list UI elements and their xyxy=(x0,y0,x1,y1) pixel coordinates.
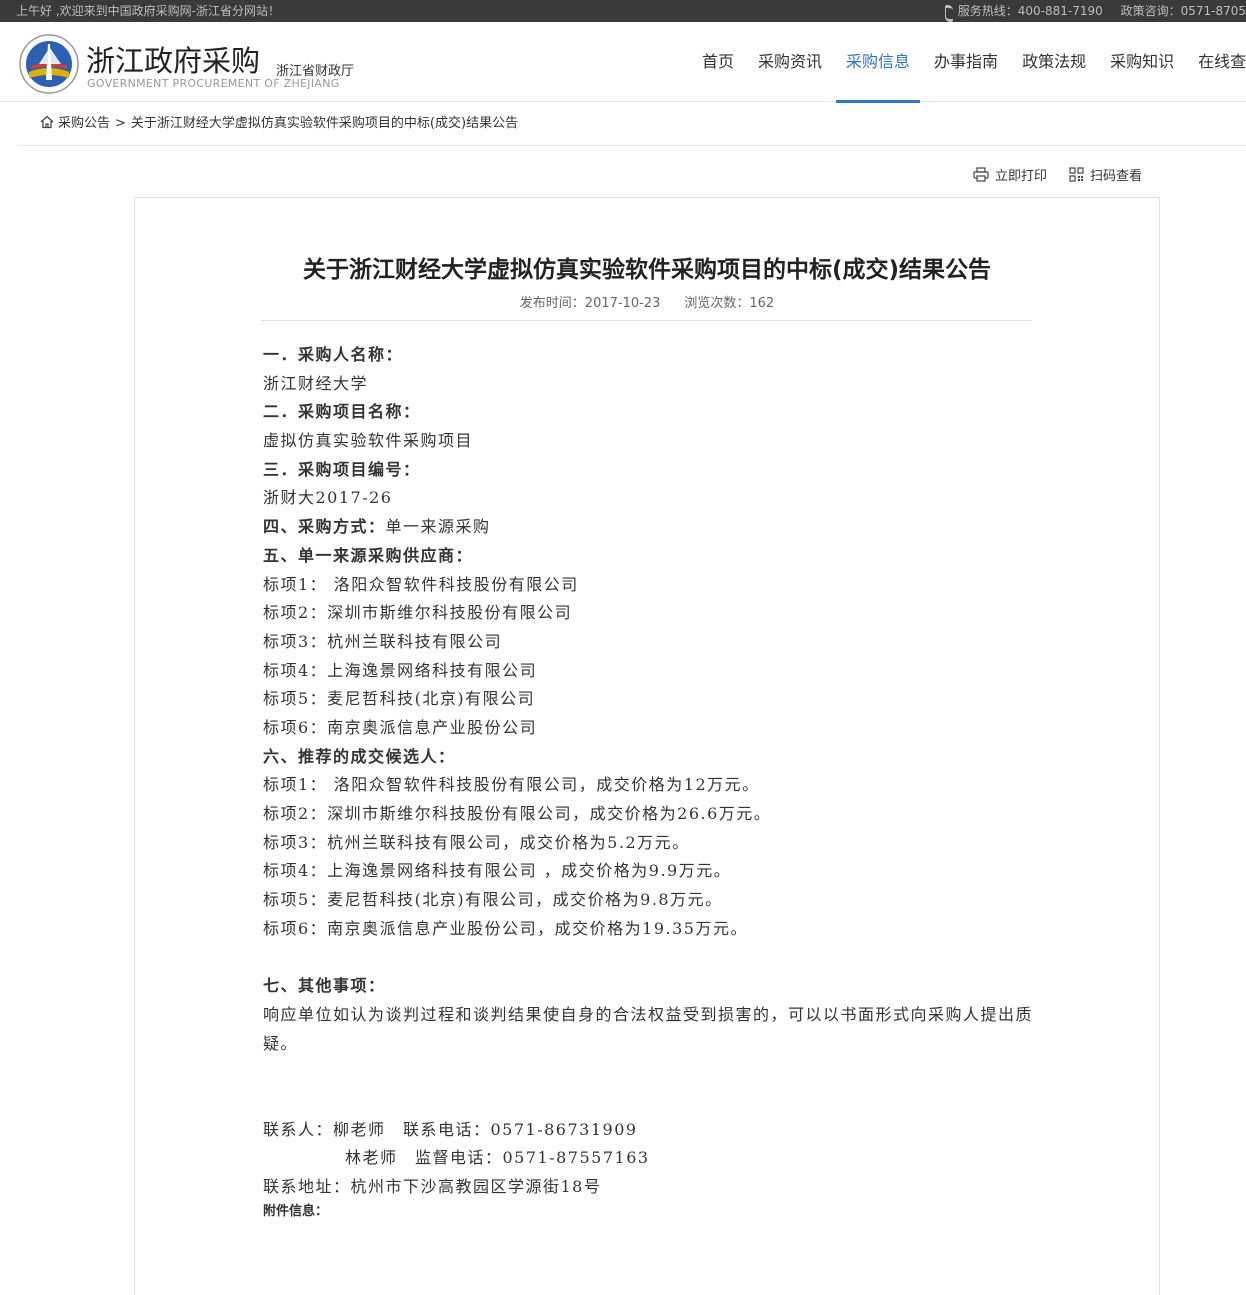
project-name: 虚拟仿真实验软件采购项目 xyxy=(263,431,474,451)
phone-icon xyxy=(944,5,954,22)
emblem-logo-icon[interactable] xyxy=(19,34,79,94)
list-item: 标项4：上海逸景网络科技有限公司 xyxy=(263,660,538,680)
attachment-label: 附件信息： xyxy=(263,1203,329,1219)
nav-home[interactable]: 首页 xyxy=(692,22,744,102)
procurement-method: 四、采购方式：单一来源采购 xyxy=(263,517,491,537)
main-nav: 首页 采购资讯 采购信息 办事指南 政策法规 采购知识 在线查 xyxy=(692,22,1246,103)
title-divider xyxy=(262,320,1032,321)
list-item: 标项3：杭州兰联科技有限公司 xyxy=(263,631,503,651)
section-heading: 三．采购项目编号： xyxy=(263,459,421,479)
site-title[interactable]: 浙江政府采购 xyxy=(86,38,260,80)
section-heading: 一．采购人名称： xyxy=(263,345,404,364)
breadcrumb: 采购公告 > 关于浙江财经大学虚拟仿真实验软件采购项目的中标(成交)结果公告 xyxy=(18,102,1246,146)
nav-online-query[interactable]: 在线查 xyxy=(1188,22,1246,102)
nav-policy[interactable]: 政策法规 xyxy=(1012,22,1096,102)
qr-code-icon xyxy=(1069,167,1084,182)
scan-qr-button[interactable]: 扫码查看 xyxy=(1069,165,1142,184)
list-item: 标项1： 洛阳众智软件科技股份有限公司，成交价格为12万元。 xyxy=(263,775,760,795)
welcome-text: 上午好 ,欢迎来到中国政府采购网-浙江省分网站！ xyxy=(16,4,280,18)
article-body: 一．采购人名称： 浙江财经大学 二．采购项目名称： 虚拟仿真实验软件采购项目 三… xyxy=(263,341,1043,1222)
contact-person-2: 林老师 监督电话：0571-87557163 xyxy=(345,1148,650,1168)
article-tools: 立即打印 扫码查看 xyxy=(951,165,1142,184)
site-english-name: GOVERNMENT PROCUREMENT OF ZHEJIANG xyxy=(87,77,340,90)
section-heading: 六、推荐的成交候选人： xyxy=(263,746,456,766)
list-item: 标项3：杭州兰联科技有限公司，成交价格为5.2万元。 xyxy=(263,832,690,852)
list-item: 标项6：南京奥派信息产业股份公司 xyxy=(263,717,538,737)
list-item: 标项1： 洛阳众智软件科技股份有限公司 xyxy=(263,574,579,594)
nav-knowledge[interactable]: 采购知识 xyxy=(1100,22,1184,102)
print-label: 立即打印 xyxy=(994,169,1047,184)
list-item: 标项6：南京奥派信息产业股份公司，成交价格为19.35万元。 xyxy=(263,918,748,938)
home-icon[interactable] xyxy=(40,115,54,129)
other-matters-text: 响应单位如认为谈判过程和谈判结果使自身的合法权益受到损害的，可以以书面形式向采购… xyxy=(263,1004,1034,1053)
top-bar: 上午好 ,欢迎来到中国政府采购网-浙江省分网站！ 服务热线：400-881-71… xyxy=(0,0,1246,22)
scan-label: 扫码查看 xyxy=(1089,169,1142,184)
section-heading: 七、其他事项： xyxy=(263,976,386,996)
breadcrumb-separator: > xyxy=(115,116,126,131)
hotline: 服务热线：400-881-7190 xyxy=(944,4,1103,22)
list-item: 标项4：上海逸景网络科技有限公司 ，成交价格为9.9万元。 xyxy=(263,861,732,881)
breadcrumb-root-link[interactable]: 采购公告 xyxy=(58,116,110,131)
project-number: 浙财大2017-26 xyxy=(263,488,393,508)
publish-date: 发布时间：2017-10-23 xyxy=(519,296,661,311)
top-bar-contacts: 服务热线：400-881-7190 政策咨询：0571-8705 xyxy=(930,0,1246,22)
section-heading: 二．采购项目名称： xyxy=(263,402,421,422)
contact-person-1: 联系人：柳老师 联系电话：0571-86731909 xyxy=(263,1119,638,1139)
nav-guide[interactable]: 办事指南 xyxy=(924,22,1008,102)
printer-icon xyxy=(973,167,989,182)
print-button[interactable]: 立即打印 xyxy=(973,165,1047,184)
section-heading: 五、单一来源采购供应商： xyxy=(263,545,474,565)
list-item: 标项5：麦尼哲科技(北京)有限公司，成交价格为9.8万元。 xyxy=(263,890,723,910)
article-meta: 发布时间：2017-10-23 浏览次数：162 xyxy=(135,292,1159,311)
policy-hotline: 政策咨询：0571-8705 xyxy=(1120,4,1246,18)
article-title: 关于浙江财经大学虚拟仿真实验软件采购项目的中标(成交)结果公告 xyxy=(302,257,992,283)
article-card: 关于浙江财经大学虚拟仿真实验软件采购项目的中标(成交)结果公告 发布时间：201… xyxy=(134,197,1160,1295)
view-count: 浏览次数：162 xyxy=(684,296,775,311)
purchaser-name: 浙江财经大学 xyxy=(263,373,369,393)
nav-procurement-info[interactable]: 采购信息 xyxy=(836,22,921,103)
nav-news[interactable]: 采购资讯 xyxy=(748,22,832,102)
list-item: 标项2：深圳市斯维尔科技股份有限公司，成交价格为26.6万元。 xyxy=(263,804,772,823)
site-header: 浙江政府采购 浙江省财政厅 GOVERNMENT PROCUREMENT OF … xyxy=(0,22,1246,103)
list-item: 标项5：麦尼哲科技(北京)有限公司 xyxy=(263,689,536,709)
list-item: 标项2：深圳市斯维尔科技股份有限公司 xyxy=(263,603,573,623)
contact-address: 联系地址：杭州市下沙高教园区学源街18号 xyxy=(263,1176,602,1196)
breadcrumb-current: 关于浙江财经大学虚拟仿真实验软件采购项目的中标(成交)结果公告 xyxy=(130,116,519,131)
